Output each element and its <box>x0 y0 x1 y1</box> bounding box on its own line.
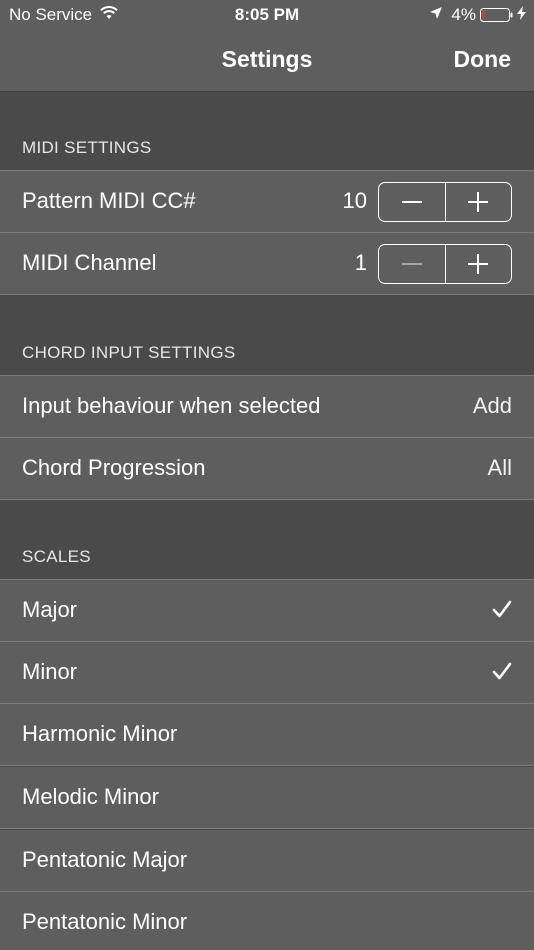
checkmark-icon <box>492 600 512 618</box>
row-label: Major <box>22 597 78 622</box>
increment-button[interactable] <box>444 245 512 283</box>
row-pattern-midi-cc: Pattern MIDI CC# 10 <box>0 171 534 233</box>
row-separator <box>0 765 534 766</box>
section-header-label: CHORD INPUT SETTINGS <box>22 343 236 362</box>
scale-row-major[interactable]: Major <box>0 580 534 642</box>
plus-icon <box>468 254 489 274</box>
midi-channel-stepper[interactable] <box>378 244 512 284</box>
row-label: Chord Progression <box>22 455 206 480</box>
minus-icon <box>401 201 422 203</box>
section-header-label: MIDI SETTINGS <box>22 138 152 157</box>
row-label: Pentatonic Minor <box>22 909 188 934</box>
checkmark-icon <box>492 662 512 680</box>
battery-percent: 4% <box>451 5 476 24</box>
row-label: Pentatonic Major <box>22 847 188 872</box>
row-input-behaviour[interactable]: Input behaviour when selected Add <box>0 376 534 438</box>
row-chord-progression[interactable]: Chord Progression All <box>0 438 534 500</box>
row-label: Minor <box>22 659 78 684</box>
scale-row-harmonic-minor[interactable]: Harmonic Minor <box>0 704 534 766</box>
status-bar: No Service 8:05 PM 4% <box>0 0 534 30</box>
row-value: Add <box>472 393 512 418</box>
row-separator <box>0 828 534 829</box>
row-label: Input behaviour when selected <box>22 393 321 418</box>
scale-row-pentatonic-minor[interactable]: Pentatonic Minor <box>0 892 534 950</box>
section-header-chord-input: CHORD INPUT SETTINGS <box>0 295 534 375</box>
scale-row-minor[interactable]: Minor <box>0 642 534 704</box>
location-arrow-icon <box>429 5 443 25</box>
row-midi-channel: MIDI Channel 1 <box>0 233 534 295</box>
decrement-button[interactable] <box>379 245 445 283</box>
decrement-button[interactable] <box>379 183 445 221</box>
scale-row-melodic-minor[interactable]: Melodic Minor <box>0 767 534 829</box>
charging-bolt-icon <box>517 5 526 25</box>
minus-icon <box>401 263 422 265</box>
row-label: MIDI Channel <box>22 250 157 275</box>
row-value: All <box>487 455 512 480</box>
done-button[interactable]: Done <box>454 46 512 73</box>
navigation-bar: Settings Done <box>0 30 534 92</box>
scale-row-pentatonic-major[interactable]: Pentatonic Major <box>0 830 534 892</box>
plus-icon <box>468 192 489 212</box>
battery-icon <box>480 7 514 23</box>
pattern-cc-value: 10 <box>342 188 367 213</box>
midi-channel-value: 1 <box>354 250 367 275</box>
section-header-midi: MIDI SETTINGS <box>0 92 534 170</box>
section-header-label: SCALES <box>22 547 91 566</box>
status-right: 4% <box>429 5 526 25</box>
row-label: Pattern MIDI CC# <box>22 188 196 213</box>
pattern-cc-stepper[interactable] <box>378 182 512 222</box>
section-header-scales: SCALES <box>0 500 534 579</box>
row-label: Harmonic Minor <box>22 721 178 746</box>
row-label: Melodic Minor <box>22 784 159 809</box>
increment-button[interactable] <box>444 183 512 221</box>
